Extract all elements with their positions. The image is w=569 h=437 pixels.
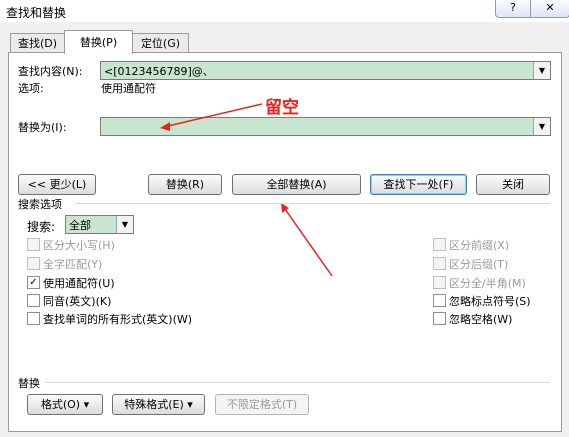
match-case-label: 区分大小写(H) [43,239,115,252]
search-options-heading: 搜索选项 [18,198,62,211]
divider [75,203,550,204]
ignore-punctuation-label: 忽略标点符号(S) [449,295,531,308]
tab-replace[interactable]: 替换(P) [64,30,133,54]
checkbox-ignore-punctuation[interactable] [433,294,446,307]
checkbox-sounds-like[interactable] [27,294,40,307]
search-direction-value: 全部 [69,219,91,232]
special-format-button[interactable]: 特殊格式(E) ▾ [112,394,205,415]
arrow-to-replace-all [284,208,333,277]
replace-section-heading: 替换 [18,377,40,390]
use-wildcards-label: 使用通配符(U) [43,277,115,290]
ignore-spaces-label: 忽略空格(W) [449,313,513,326]
whole-word-label: 全字匹配(Y) [43,258,103,271]
checkbox-whole-word[interactable] [27,257,40,270]
checkbox-match-suffix[interactable] [433,257,446,270]
close-button[interactable]: 关闭 [476,174,550,195]
no-formatting-button[interactable]: 不限定格式(T) [215,394,309,415]
match-suffix-label: 区分后缀(T) [449,258,509,271]
replace-all-button[interactable]: 全部替换(A) [232,174,361,195]
all-word-forms-label: 查找单词的所有形式(英文)(W) [43,313,193,326]
checkmark-icon: ✓ [29,277,38,288]
checkbox-match-prefix[interactable] [433,238,446,251]
checkbox-all-word-forms[interactable] [27,312,40,325]
arrow-to-replace-field [167,103,263,127]
checkbox-ignore-spaces[interactable] [433,312,446,325]
arrow-head-icon [160,122,170,131]
format-button[interactable]: 格式(O) ▾ [27,394,103,415]
chevron-down-icon[interactable]: ▼ [116,216,133,233]
checkbox-match-case[interactable] [27,238,40,251]
checkbox-use-wildcards[interactable]: ✓ [27,276,40,289]
arrow-head-icon [281,203,289,213]
checkbox-match-width[interactable] [433,276,446,289]
divider [45,382,550,383]
find-next-button[interactable]: 查找下一处(F) [370,174,467,195]
search-direction-label: 搜索: [27,220,56,234]
match-prefix-label: 区分前缀(X) [449,239,510,252]
replace-button[interactable]: 替换(R) [148,174,222,195]
match-width-label: 区分全/半角(M) [449,277,526,290]
sounds-like-label: 同音(英文)(K) [43,295,112,308]
search-direction-select[interactable]: 全部 ▼ [65,215,134,234]
less-button[interactable]: << 更少(L) [18,174,96,195]
